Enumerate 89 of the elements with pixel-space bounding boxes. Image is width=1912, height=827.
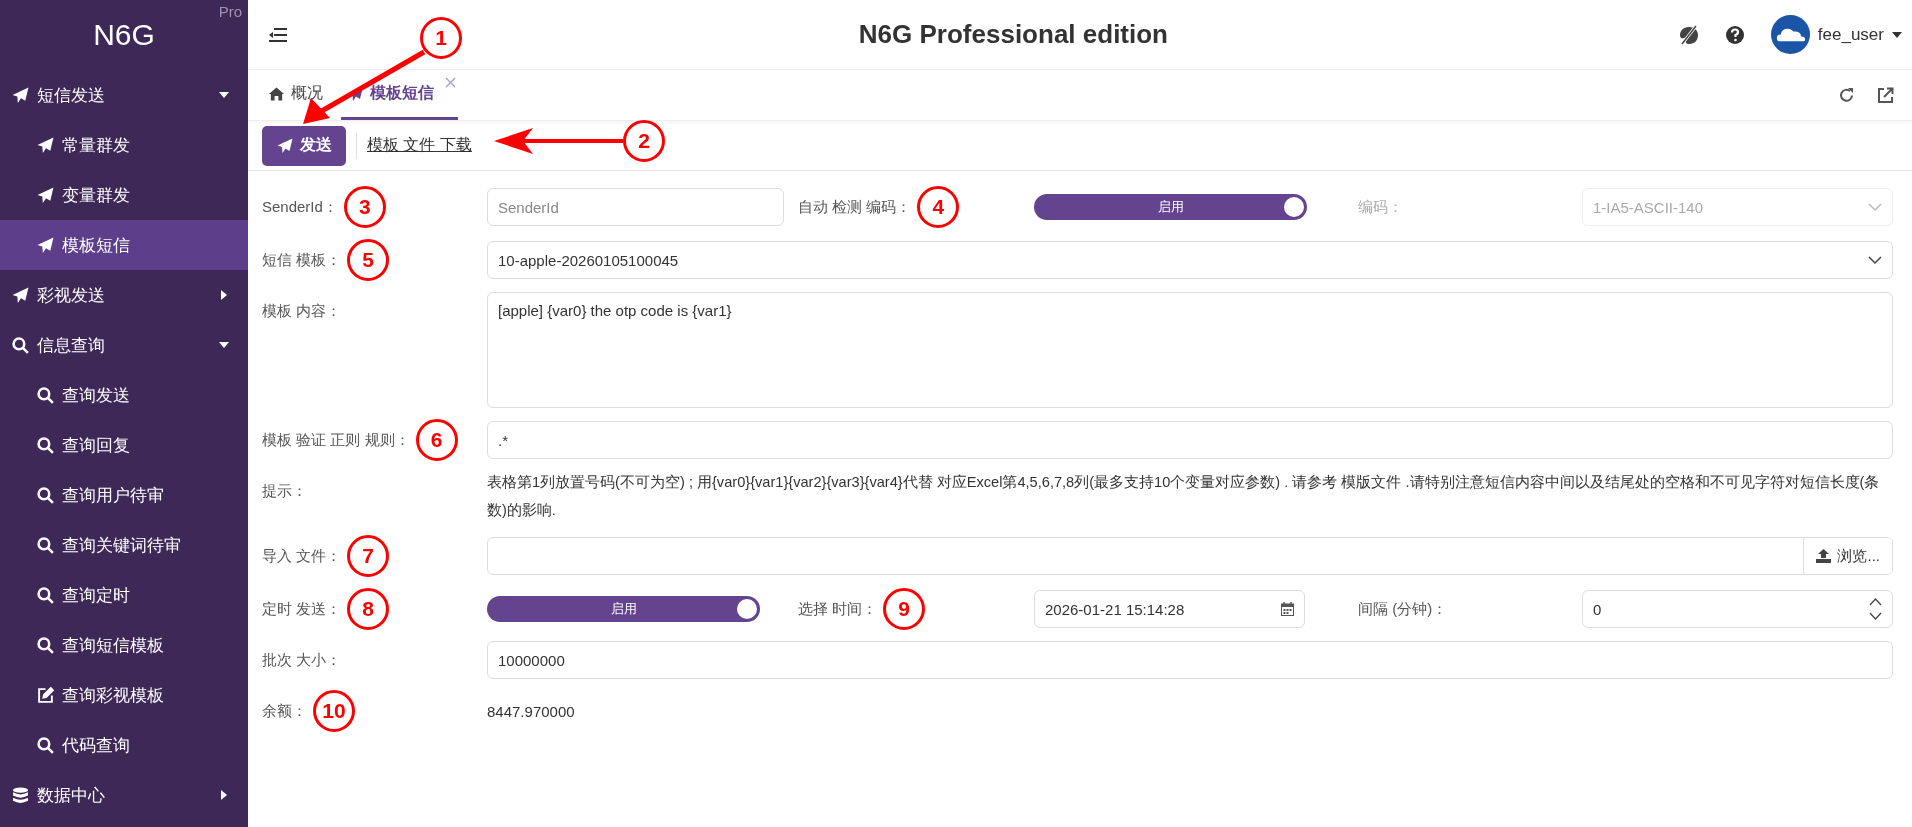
field-label: 提示： bbox=[262, 481, 307, 501]
sidebar-item[interactable]: 彩视发送 bbox=[0, 270, 248, 320]
home-icon bbox=[268, 85, 285, 102]
sidebar-item[interactable]: 代码查询 bbox=[0, 720, 248, 770]
sidebar-item[interactable]: 常量群发 bbox=[0, 120, 248, 170]
hint-text: 表格第1列放置号码(不可为空) ; 用{var0}{var1}{var2}{var3}{var4}代替 对应Excel第4,5,6,7,8列(最多支持10个变量对应参数) . 请参考 模版文件 .请特别注意短信内容中间以及结尾处的空格和不可见字符对短信长度(条数)的影响. bbox=[487, 473, 1881, 520]
upload-icon bbox=[1816, 549, 1832, 563]
sidebar-item[interactable]: 查询彩视模板 bbox=[0, 670, 248, 720]
field-label: 编码： bbox=[1358, 197, 1403, 217]
spinner-icon[interactable] bbox=[1869, 597, 1882, 621]
callout-number: 2 bbox=[623, 120, 665, 162]
toggle-switch[interactable]: 启用 bbox=[1034, 194, 1307, 220]
paper-plane-icon bbox=[12, 86, 29, 104]
input-field[interactable]: 10000000 bbox=[487, 641, 1893, 679]
callout-number: 8 bbox=[347, 588, 390, 630]
toggle-switch[interactable]: 启用 bbox=[487, 596, 760, 622]
file-field[interactable]: 浏览... bbox=[487, 537, 1893, 575]
date-field[interactable]: 2026-01-21 15:14:28 bbox=[1034, 590, 1305, 628]
refresh-icon[interactable] bbox=[1838, 86, 1855, 104]
search-icon bbox=[37, 486, 54, 504]
avatar bbox=[1770, 15, 1810, 54]
sidebar-item[interactable]: 数据中心 bbox=[0, 770, 248, 820]
sidebar-item[interactable]: 查询用户待审 bbox=[0, 470, 248, 520]
browse-button[interactable]: 浏览... bbox=[1803, 538, 1892, 574]
input-field[interactable]: .* bbox=[487, 421, 1893, 459]
search-icon bbox=[37, 386, 54, 404]
edit-icon bbox=[37, 686, 54, 704]
sidebar-item[interactable]: 查询关键词待审 bbox=[0, 520, 248, 570]
value-text: 8447.970000 bbox=[487, 702, 576, 720]
search-icon bbox=[12, 336, 29, 354]
tab[interactable]: 模板短信 bbox=[341, 70, 458, 120]
palette-icon[interactable] bbox=[1678, 24, 1699, 45]
caret-icon bbox=[1892, 30, 1902, 39]
search-icon bbox=[37, 636, 54, 654]
search-icon bbox=[37, 586, 54, 604]
search-icon bbox=[37, 436, 54, 454]
callout-number: 10 bbox=[313, 690, 355, 732]
callout-number: 9 bbox=[883, 588, 926, 630]
sidebar-item[interactable]: 变量群发 bbox=[0, 170, 248, 220]
input-field[interactable]: SenderId bbox=[487, 188, 784, 226]
external-link-icon[interactable] bbox=[1877, 86, 1894, 104]
tab[interactable]: 概况 bbox=[262, 70, 333, 120]
chevron-down-icon bbox=[1868, 202, 1882, 212]
search-icon bbox=[37, 536, 54, 554]
send-button[interactable]: 发送 bbox=[262, 125, 346, 166]
sidebar-item[interactable]: 模板短信 bbox=[0, 220, 248, 270]
edition-label: Pro bbox=[218, 3, 242, 20]
brand-name: N6G bbox=[93, 18, 155, 52]
calendar-icon bbox=[1281, 602, 1294, 616]
paper-plane-icon bbox=[37, 136, 54, 154]
callout-number: 4 bbox=[917, 186, 960, 228]
database-icon bbox=[12, 786, 29, 804]
field-label: 间隔 (分钟)： bbox=[1358, 599, 1448, 619]
page-title: N6G Professional edition bbox=[858, 19, 1168, 49]
field-label: 短信 模板： bbox=[262, 250, 342, 270]
callout-number: 3 bbox=[343, 186, 386, 228]
sidebar-item[interactable]: 查询回复 bbox=[0, 420, 248, 470]
text-area[interactable]: [apple] {var0} the otp code is {var1} bbox=[487, 292, 1893, 408]
paper-plane-icon bbox=[12, 286, 29, 304]
callout-number: 1 bbox=[420, 17, 462, 59]
paper-plane-icon bbox=[37, 186, 54, 204]
paper-plane-icon bbox=[276, 137, 294, 154]
chevron-down-icon bbox=[1868, 255, 1882, 265]
callout-number: 6 bbox=[415, 419, 458, 461]
paper-plane-icon bbox=[37, 236, 54, 254]
sidebar-item[interactable]: 查询定时 bbox=[0, 570, 248, 620]
callout-number: 7 bbox=[347, 535, 390, 577]
help-icon[interactable] bbox=[1724, 24, 1745, 45]
sidebar-item[interactable]: 短信发送 bbox=[0, 70, 248, 120]
field-label: 模板 内容： bbox=[262, 301, 342, 321]
field-label: 定时 发送： bbox=[262, 599, 342, 619]
user-menu[interactable]: fee_user bbox=[1770, 15, 1902, 54]
menu-icon[interactable] bbox=[268, 26, 288, 43]
close-icon[interactable] bbox=[445, 77, 456, 88]
callout-number: 5 bbox=[347, 239, 390, 281]
field-label: 自动 检测 编码： bbox=[798, 197, 912, 217]
number-field[interactable]: 0 bbox=[1582, 590, 1893, 628]
sidebar-item[interactable]: 查询短信模板 bbox=[0, 620, 248, 670]
sidebar-item[interactable]: 信息查询 bbox=[0, 320, 248, 370]
field-label: 批次 大小： bbox=[262, 650, 342, 670]
sidebar-item[interactable]: 查询发送 bbox=[0, 370, 248, 420]
field-label: 余额： bbox=[262, 701, 307, 721]
dropdown[interactable]: 10-apple-20260105100045 bbox=[487, 241, 1893, 279]
download-link[interactable]: 模板 文件 下载 bbox=[367, 135, 472, 156]
field-label: 导入 文件： bbox=[262, 546, 342, 566]
field-label: SenderId： bbox=[262, 197, 338, 217]
search-icon bbox=[37, 736, 54, 754]
field-label: 选择 时间： bbox=[798, 599, 878, 619]
field-label: 模板 验证 正则 规则： bbox=[262, 430, 410, 450]
